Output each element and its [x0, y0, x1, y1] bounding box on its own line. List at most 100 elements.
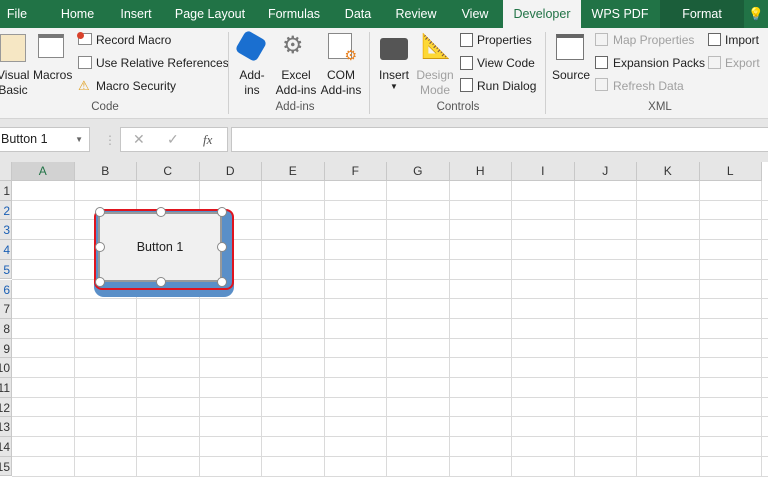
column-header-g[interactable]: G: [387, 162, 450, 181]
row-header-11[interactable]: 11: [0, 378, 12, 398]
insert-control-button[interactable]: Insert: [379, 68, 409, 83]
row-header-6[interactable]: 6: [0, 279, 12, 300]
row-header-5[interactable]: 5: [0, 259, 12, 280]
group-label-controls: Controls: [436, 101, 480, 113]
resize-handle[interactable]: [156, 277, 166, 287]
view-code-button[interactable]: View Code: [477, 56, 535, 70]
row-number: 2: [3, 203, 10, 218]
gridline: [12, 416, 768, 418]
row-header-14[interactable]: 14: [0, 437, 12, 457]
column-header-j[interactable]: J: [574, 162, 637, 181]
tab-data[interactable]: Data: [337, 0, 379, 28]
resize-handle[interactable]: [95, 277, 105, 287]
cancel-icon[interactable]: ✕: [133, 131, 145, 148]
map-properties-button[interactable]: Map Properties: [613, 33, 694, 47]
com-add-ins-button[interactable]: COM Add-ins: [320, 68, 362, 98]
chevron-down-icon[interactable]: ▼: [75, 128, 83, 151]
resize-handle[interactable]: [156, 207, 166, 217]
tab-file[interactable]: File: [0, 0, 34, 28]
row-number: 5: [3, 262, 10, 277]
gridline: [12, 436, 768, 438]
resize-handle[interactable]: [217, 242, 227, 252]
properties-button[interactable]: Properties: [477, 33, 532, 47]
row-number: 10: [0, 361, 10, 376]
tab-view[interactable]: View: [453, 0, 497, 28]
tab-developer[interactable]: Developer: [503, 0, 581, 28]
name-box-value: Button 1: [1, 132, 48, 146]
column-header-k[interactable]: K: [637, 162, 700, 181]
macro-security-button[interactable]: Macro Security: [96, 79, 176, 93]
row-header-12[interactable]: 12: [0, 397, 12, 418]
ribbon-tabs: File Home Insert Page Layout Formulas Da…: [0, 0, 768, 28]
design-mode-icon: 📐: [421, 33, 451, 60]
row-header-1[interactable]: 1: [0, 181, 12, 201]
row-header-10[interactable]: 10: [0, 358, 12, 378]
row-number: 9: [3, 341, 10, 356]
row-header-4[interactable]: 4: [0, 240, 12, 260]
source-button[interactable]: Source: [552, 68, 590, 83]
macros-button[interactable]: Macros: [33, 68, 72, 83]
gridline: [12, 357, 768, 359]
expansion-packs-button[interactable]: Expansion Packs: [613, 56, 705, 70]
row-header-8[interactable]: 8: [0, 318, 12, 339]
row-header-9[interactable]: 9: [0, 338, 12, 359]
add-ins-button[interactable]: Add-ins: [235, 68, 269, 98]
column-header-b[interactable]: B: [74, 162, 137, 181]
column-header-d[interactable]: D: [199, 162, 262, 181]
view-code-icon: [460, 56, 473, 70]
lightbulb-icon[interactable]: 💡: [744, 0, 768, 28]
export-icon: [708, 56, 721, 69]
toolbox-icon: [380, 38, 408, 60]
visual-basic-button[interactable]: Visual Basic: [0, 68, 29, 98]
export-button[interactable]: Export: [725, 56, 760, 70]
resize-handle[interactable]: [95, 207, 105, 217]
tab-insert[interactable]: Insert: [110, 0, 162, 28]
gridline: [698, 181, 700, 477]
column-header-a[interactable]: A: [12, 162, 75, 181]
excel-add-ins-button[interactable]: Excel Add-ins: [275, 68, 317, 98]
column-header-i[interactable]: I: [512, 162, 575, 181]
column-header-e[interactable]: E: [262, 162, 325, 181]
tab-home[interactable]: Home: [50, 0, 105, 28]
tab-format[interactable]: Format: [660, 0, 744, 28]
resize-handle[interactable]: [95, 242, 105, 252]
tab-wps-pdf[interactable]: WPS PDF: [584, 0, 656, 28]
row-header-15[interactable]: 15: [0, 456, 12, 477]
column-header-c[interactable]: C: [137, 162, 200, 181]
row-number: 12: [0, 400, 10, 415]
row-header-7[interactable]: 7: [0, 299, 12, 319]
name-box[interactable]: Button 1 ▼: [0, 127, 90, 152]
column-header-f[interactable]: F: [324, 162, 387, 181]
tab-review[interactable]: Review: [389, 0, 443, 28]
tab-formulas[interactable]: Formulas: [262, 0, 326, 28]
design-mode-button[interactable]: Design Mode: [416, 68, 454, 98]
row-header-2[interactable]: 2: [0, 200, 12, 221]
run-dialog-button[interactable]: Run Dialog: [477, 79, 536, 93]
enter-icon[interactable]: ✓: [167, 131, 179, 148]
gridline: [261, 181, 262, 477]
select-all-corner[interactable]: [0, 162, 12, 181]
properties-icon: [460, 33, 473, 47]
gridline: [73, 181, 75, 477]
resize-handle[interactable]: [217, 277, 227, 287]
row-header-13[interactable]: 13: [0, 417, 12, 438]
chevron-down-icon[interactable]: ▼: [390, 82, 398, 91]
excel-add-ins-icon: ⚙: [282, 32, 304, 59]
column-header-l[interactable]: L: [699, 162, 762, 181]
refresh-data-button[interactable]: Refresh Data: [613, 79, 684, 93]
insert-function-icon[interactable]: fx: [203, 132, 212, 148]
ribbon: Visual Basic Macros Record Macro Use Rel…: [0, 28, 768, 119]
formula-input[interactable]: [231, 127, 768, 152]
resize-handle[interactable]: [217, 207, 227, 217]
com-add-ins-icon: ⚙: [328, 33, 357, 63]
import-button[interactable]: Import: [725, 33, 759, 47]
gridline: [511, 181, 512, 477]
visual-basic-icon: [0, 34, 26, 62]
column-header-h[interactable]: H: [449, 162, 512, 181]
row-header-3[interactable]: 3: [0, 220, 12, 241]
drag-handle-icon[interactable]: ⋮: [104, 133, 116, 147]
form-button[interactable]: Button 1: [94, 207, 234, 297]
record-macro-button[interactable]: Record Macro: [96, 33, 171, 47]
tab-page-layout[interactable]: Page Layout: [170, 0, 250, 28]
use-relative-references-button[interactable]: Use Relative References: [96, 56, 229, 70]
